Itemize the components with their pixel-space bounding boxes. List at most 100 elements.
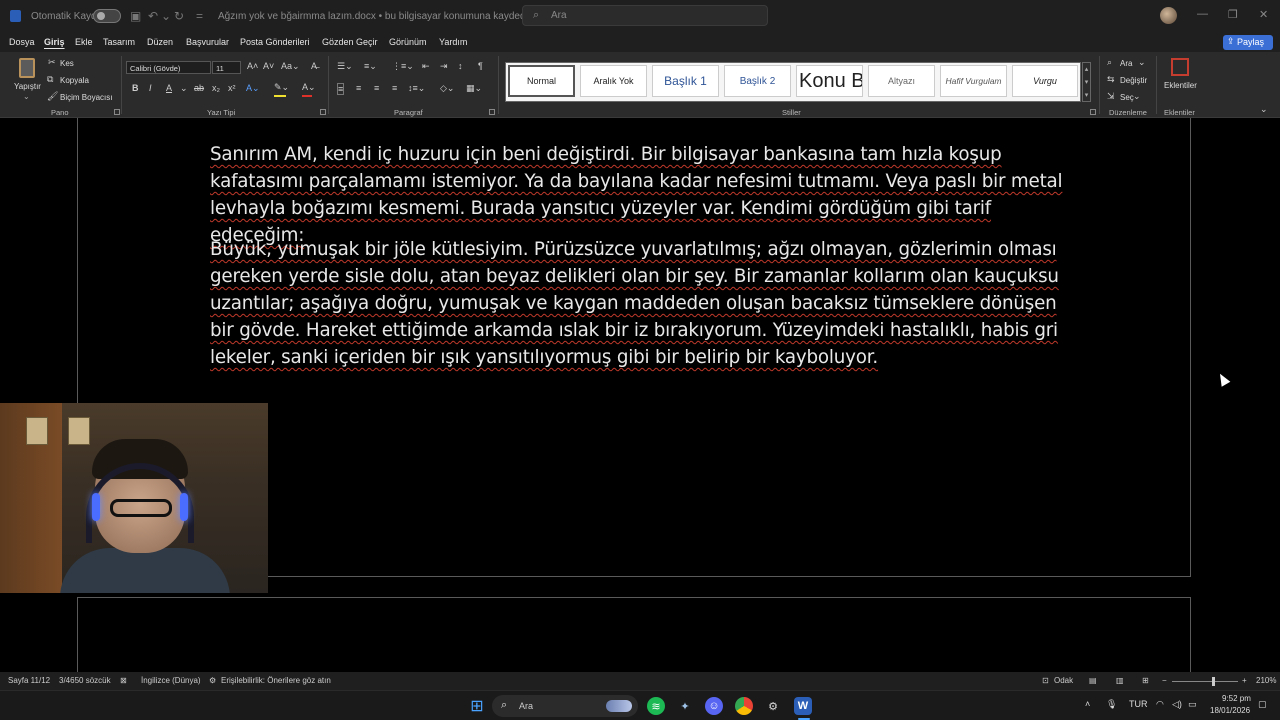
zoom-slider[interactable] — [1172, 681, 1238, 682]
undo-dropdown-icon[interactable]: ⌄ — [161, 9, 171, 23]
line-spacing-icon[interactable]: ↕≡⌄ — [408, 83, 425, 94]
increase-indent-icon[interactable]: ⇥ — [440, 61, 448, 72]
collapse-ribbon-icon[interactable]: ⌄ — [1260, 104, 1268, 115]
input-language[interactable]: TUR — [1129, 699, 1148, 709]
document-title[interactable]: Ağzım yok ve bğairmma lazım.docx • bu bi… — [218, 11, 549, 22]
addins-icon[interactable] — [1171, 58, 1189, 76]
customize-qat-icon[interactable]: = — [196, 9, 203, 23]
wifi-icon[interactable]: ◠ — [1156, 699, 1164, 710]
clipboard-launcher-icon[interactable] — [114, 109, 120, 115]
menu-yardim[interactable]: Yardım — [439, 37, 467, 47]
save-icon[interactable]: ▣ — [130, 9, 141, 23]
title-search-box[interactable]: ⌕ Ara — [522, 5, 768, 26]
close-icon[interactable]: ✕ — [1259, 8, 1268, 21]
justify-icon[interactable]: ≡ — [392, 83, 397, 93]
bullets-icon[interactable]: ☰⌄ — [337, 61, 353, 72]
language-indicator[interactable]: İngilizce (Dünya) — [141, 676, 201, 685]
zoom-out-icon[interactable]: − — [1162, 676, 1167, 685]
steam-icon[interactable]: ⚙ — [764, 697, 782, 715]
menu-giris[interactable]: Giriş — [44, 37, 65, 47]
highlight-icon[interactable]: ✎⌄ — [274, 82, 289, 93]
underline-icon[interactable]: A — [166, 83, 172, 93]
style-emphasis[interactable]: Vurgu — [1012, 65, 1078, 97]
autosave-toggle[interactable] — [93, 9, 121, 23]
find-dropdown-icon[interactable]: ⌄ — [1138, 57, 1146, 68]
font-name-box[interactable]: Calibri (Gövde) — [126, 61, 211, 74]
strikethrough-icon[interactable]: ab — [194, 83, 204, 93]
menu-gorunum[interactable]: Görünüm — [389, 37, 427, 47]
shading-icon[interactable]: ◇⌄ — [440, 83, 454, 94]
word-taskbar-icon[interactable]: W — [794, 697, 812, 715]
style-subtitle[interactable]: Altyazı — [868, 65, 935, 97]
chrome-icon[interactable] — [735, 697, 753, 715]
read-mode-icon[interactable]: ▤ — [1089, 676, 1097, 685]
borders-icon[interactable]: ▦⌄ — [466, 83, 482, 94]
clear-formatting-icon[interactable]: A̶ — [311, 61, 317, 71]
menu-duzen[interactable]: Düzen — [147, 37, 173, 47]
web-layout-icon[interactable]: ⊞ — [1142, 676, 1149, 685]
find-button[interactable]: Ara — [1120, 59, 1132, 68]
zoom-level[interactable]: 210% — [1256, 676, 1276, 685]
style-normal[interactable]: Normal — [508, 65, 575, 97]
minimize-icon[interactable]: — — [1197, 8, 1208, 20]
grow-font-icon[interactable]: A˄ — [247, 61, 258, 71]
app-icon[interactable]: ✦ — [676, 697, 694, 715]
maximize-icon[interactable]: ❐ — [1228, 8, 1238, 21]
style-subtle-emphasis[interactable]: Hafif Vurgulam — [940, 65, 1007, 97]
menu-dosya[interactable]: Dosya — [9, 37, 35, 47]
font-launcher-icon[interactable] — [320, 109, 326, 115]
menu-tasarim[interactable]: Tasarım — [103, 37, 135, 47]
style-heading-2[interactable]: Başlık 2 — [724, 65, 791, 97]
zoom-in-icon[interactable]: + — [1242, 676, 1247, 685]
page-indicator[interactable]: Sayfa 11/12 — [8, 676, 50, 685]
show-marks-icon[interactable]: ¶ — [478, 61, 483, 71]
sort-icon[interactable]: ↕ — [458, 61, 463, 71]
word-count[interactable]: 3/4650 sözcük — [59, 676, 111, 685]
accessibility-status[interactable]: Erişilebilirlik: Önerilere göz atın — [221, 676, 331, 685]
user-avatar[interactable] — [1160, 7, 1177, 24]
addins-button[interactable]: Eklentiler — [1164, 81, 1197, 90]
menu-ekle[interactable]: Ekle — [75, 37, 93, 47]
subscript-icon[interactable]: x₂ — [212, 83, 220, 93]
clock-time[interactable]: 9:52 pm — [1222, 694, 1251, 703]
focus-mode-button[interactable]: Odak — [1054, 676, 1073, 685]
menu-posta[interactable]: Posta Gönderileri — [240, 37, 310, 47]
styles-launcher-icon[interactable] — [1090, 109, 1096, 115]
superscript-icon[interactable]: x² — [228, 83, 236, 93]
style-heading-1[interactable]: Başlık 1 — [652, 65, 719, 97]
align-right-icon[interactable]: ≡ — [374, 83, 379, 93]
align-left-icon[interactable]: ≡ — [337, 83, 345, 95]
spotify-icon[interactable]: ≋ — [647, 697, 665, 715]
microphone-icon[interactable]: 🎙 — [1106, 699, 1117, 710]
text-effects-icon[interactable]: A⌄ — [246, 83, 260, 94]
paste-button[interactable]: Yapıştır — [14, 82, 41, 91]
replace-button[interactable]: Değiştir — [1120, 76, 1147, 85]
copy-button[interactable]: Kopyala — [60, 76, 89, 85]
styles-scroll[interactable]: ▴ ▾ ▾ — [1082, 62, 1091, 102]
menu-gozden-gecir[interactable]: Gözden Geçir — [322, 37, 378, 47]
tray-overflow-icon[interactable]: ˄ — [1085, 699, 1090, 709]
redo-icon[interactable]: ↻ — [174, 9, 184, 23]
print-layout-icon[interactable]: ▥ — [1116, 676, 1124, 685]
style-no-spacing[interactable]: Aralık Yok — [580, 65, 647, 97]
paragraph-2[interactable]: Büyük, yumuşak bir jöle kütlesiyim. Pürü… — [210, 236, 1070, 371]
notifications-icon[interactable]: ▢ — [1258, 699, 1267, 710]
battery-icon[interactable]: ▭ — [1188, 699, 1197, 710]
cut-button[interactable]: Kes — [60, 59, 74, 68]
shrink-font-icon[interactable]: A˅ — [263, 61, 274, 71]
multilevel-list-icon[interactable]: ⋮≡⌄ — [392, 61, 414, 72]
decrease-indent-icon[interactable]: ⇤ — [422, 61, 430, 72]
zoom-slider-thumb[interactable] — [1212, 677, 1215, 686]
numbering-icon[interactable]: ≡⌄ — [364, 61, 377, 72]
font-color-icon[interactable]: A⌄ — [302, 82, 316, 93]
change-case-icon[interactable]: Aa⌄ — [281, 61, 300, 72]
undo-icon[interactable]: ↶ — [148, 9, 158, 23]
underline-dropdown-icon[interactable]: ⌄ — [180, 83, 188, 94]
volume-icon[interactable]: ◁) — [1172, 699, 1182, 710]
share-button[interactable]: Paylaş — [1223, 35, 1273, 50]
proofing-icon[interactable]: ⊠ — [120, 676, 127, 685]
clock-date[interactable]: 18/01/2026 — [1210, 706, 1250, 715]
italic-icon[interactable]: I — [149, 83, 152, 93]
select-dropdown-icon[interactable]: ⌄ — [1133, 91, 1141, 102]
paste-dropdown-icon[interactable]: ⌄ — [23, 92, 30, 101]
